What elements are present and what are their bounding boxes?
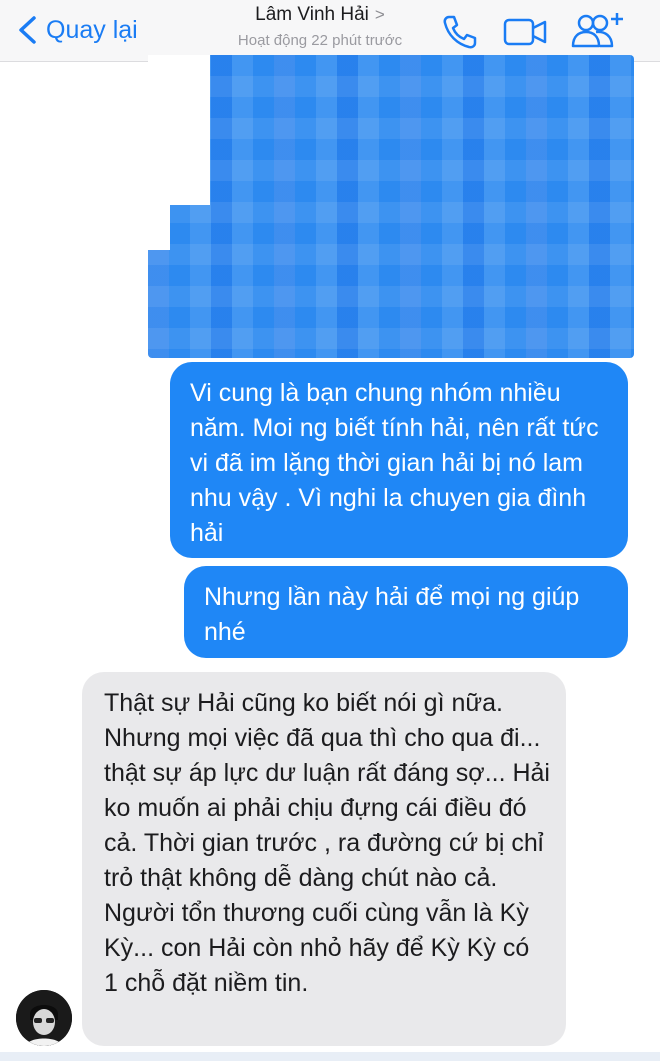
pixelated-message <box>148 55 634 358</box>
avatar-photo <box>16 990 72 1046</box>
contact-name[interactable]: Lâm Vinh Hải <box>255 4 369 26</box>
message-bubble-sent[interactable]: Vi cung là bạn chung nhóm nhiều năm. Moi… <box>170 362 628 558</box>
message-bubble-sent[interactable]: Nhưng lần này hải để mọi ng giúp nhé <box>184 566 628 658</box>
active-status: Hoạt động 22 phút trước <box>237 32 403 49</box>
back-button[interactable]: Quay lại <box>16 12 138 48</box>
back-label: Quay lại <box>46 15 138 44</box>
chevron-right-icon: > <box>374 5 385 24</box>
message-bubble-received[interactable]: Thật sự Hải cũng ko biết nói gì nữa. Như… <box>82 672 566 1046</box>
add-people-icon[interactable] <box>570 10 626 50</box>
avatar[interactable] <box>16 990 72 1046</box>
conversation-title[interactable]: Lâm Vinh Hải > Hoạt động 22 phút trước <box>200 4 440 49</box>
chat-header: Quay lại Lâm Vinh Hải > Hoạt động 22 phú… <box>0 0 660 62</box>
video-camera-icon[interactable] <box>502 14 548 50</box>
chevron-left-icon <box>19 16 36 44</box>
phone-icon[interactable] <box>440 12 480 52</box>
